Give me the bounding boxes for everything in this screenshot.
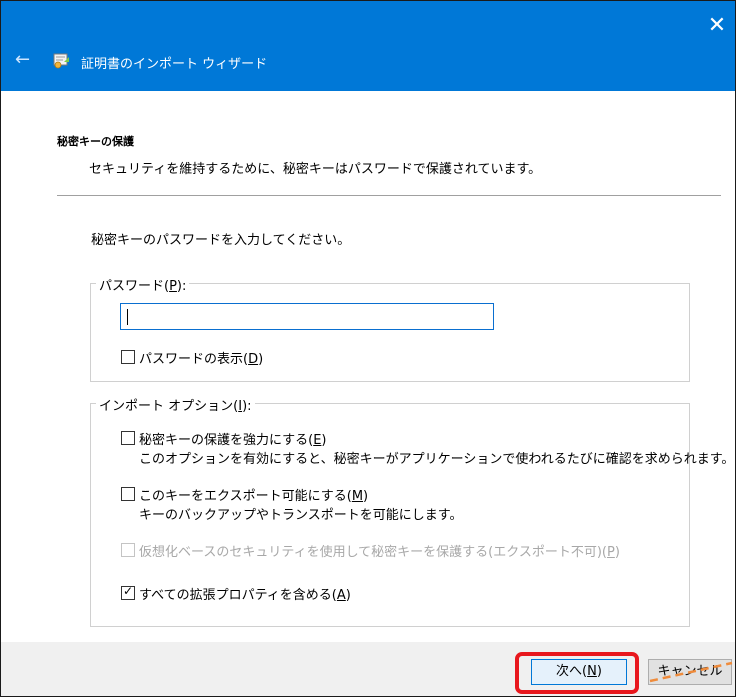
include-extended-properties-checkbox[interactable]: ✓	[121, 584, 135, 600]
exportable-key-description: キーのバックアップやトランスポートを可能にします。	[139, 508, 463, 523]
dialog-window: ✕ ← 証明書のインポート ウィザード 秘密キーの保護 セキュリティを維持するた…	[0, 0, 736, 697]
text-caret	[127, 309, 128, 325]
certificate-wizard-icon	[53, 53, 69, 69]
strong-protection-label[interactable]: 秘密キーの保護を強力にする(E)	[139, 429, 327, 448]
strong-protection-description: このオプションを有効にすると、秘密キーがアプリケーションで使われるたびに確認を求…	[139, 452, 735, 467]
title-bar: ✕ ← 証明書のインポート ウィザード	[1, 1, 735, 91]
arrow-left-icon[interactable]: ←	[15, 50, 37, 72]
checkmark-icon: ✓	[122, 584, 134, 598]
vbs-protection-checkbox[interactable]	[121, 543, 135, 557]
import-options-label: インポート オプション(I):	[96, 395, 255, 414]
show-password-label[interactable]: パスワードの表示(D)	[139, 348, 263, 367]
show-password-checkbox[interactable]	[121, 350, 135, 364]
strong-protection-checkbox[interactable]	[121, 431, 135, 445]
annotation-dashed-line	[649, 661, 733, 683]
password-group	[90, 283, 690, 382]
password-group-label: パスワード(P):	[96, 275, 190, 294]
exportable-key-checkbox[interactable]	[121, 487, 135, 501]
close-icon[interactable]: ✕	[705, 15, 729, 39]
next-button-highlight	[515, 652, 639, 694]
exportable-key-label[interactable]: このキーをエクスポート可能にする(M)	[139, 485, 368, 504]
header-separator	[57, 195, 721, 196]
instruction-text: 秘密キーのパスワードを入力してください。	[91, 233, 351, 248]
vbs-protection-label[interactable]: 仮想化ベースのセキュリティを使用して秘密キーを保護する(エクスポート不可)(P)	[139, 541, 620, 560]
wizard-title: 証明書のインポート ウィザード	[81, 57, 268, 72]
section-description: セキュリティを維持するために、秘密キーはパスワードで保護されています。	[89, 162, 542, 177]
password-input[interactable]	[120, 303, 494, 330]
section-title: 秘密キーの保護	[57, 135, 134, 148]
include-extended-properties-label[interactable]: すべての拡張プロパティを含める(A)	[139, 584, 351, 603]
